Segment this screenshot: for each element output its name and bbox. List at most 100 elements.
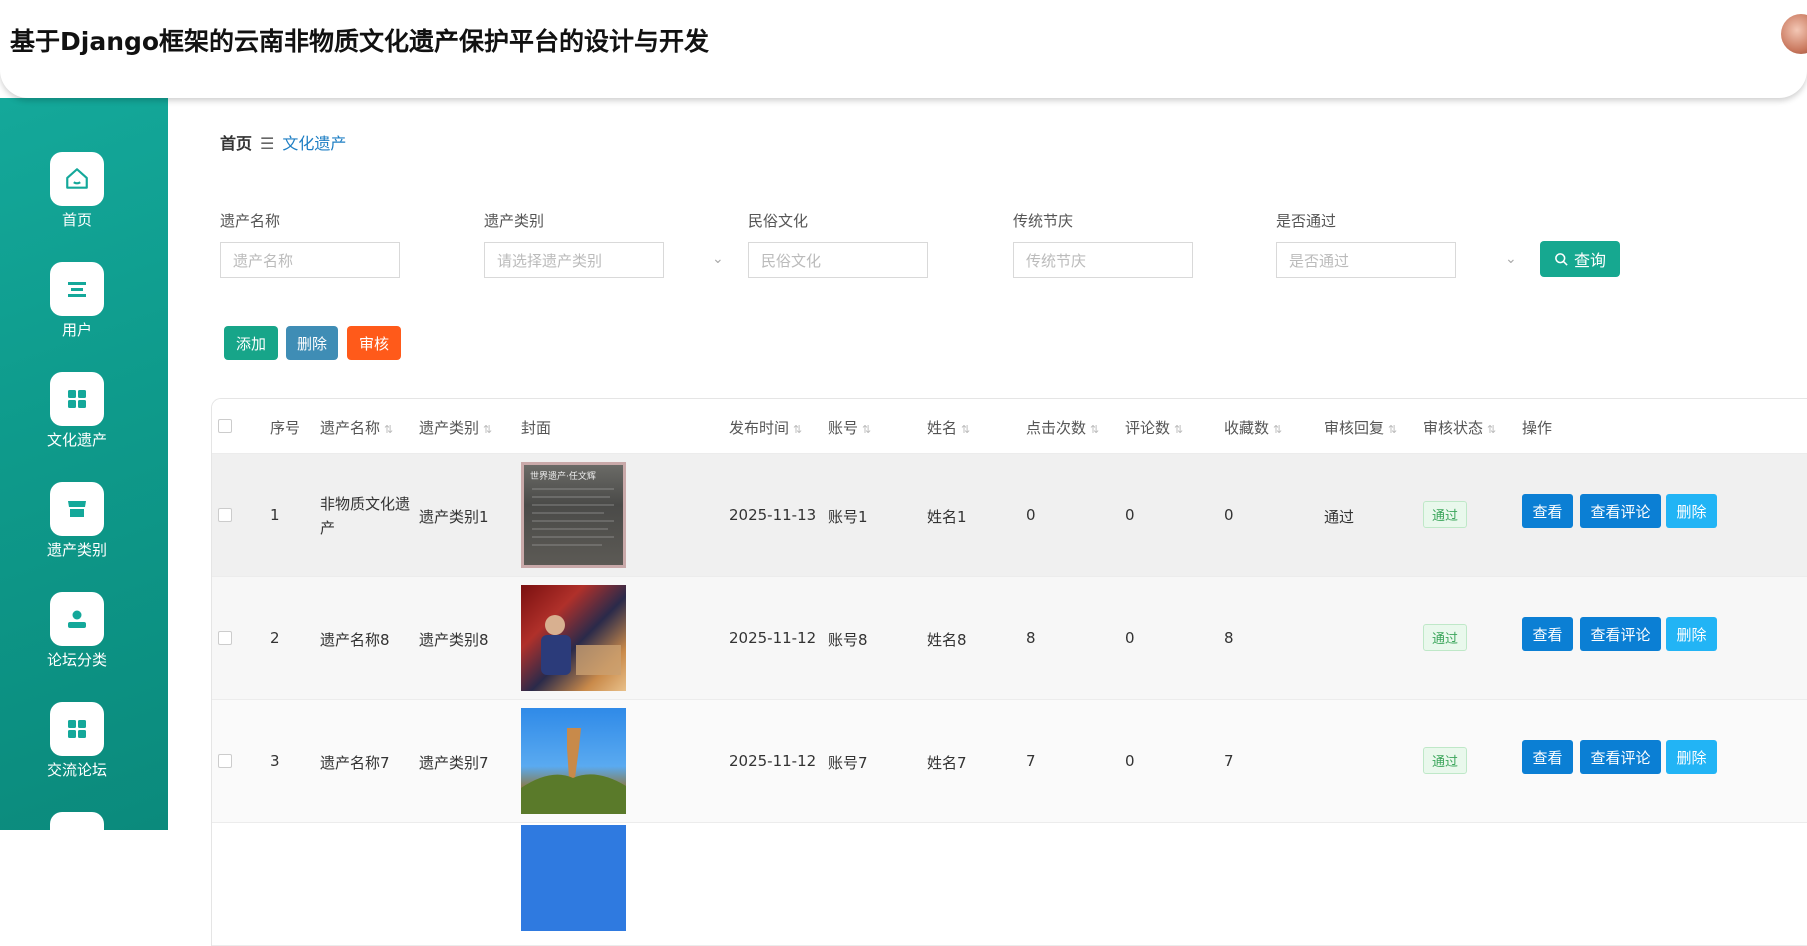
table-header: 序号 遗产名称 ⇅ 遗产类别 ⇅ 封面 发布时间 ⇅ 账号 ⇅ 姓名 ⇅ 点击次数 ⇅ 评论…	[212, 399, 1807, 454]
col-comments[interactable]: 评论数 ⇅	[1125, 417, 1183, 438]
sort-icon[interactable]: ⇅	[862, 423, 871, 436]
sort-icon[interactable]: ⇅	[384, 423, 393, 436]
review-button[interactable]: 审核	[347, 326, 401, 360]
status-badge: 通过	[1423, 501, 1468, 528]
sort-icon[interactable]: ⇅	[961, 423, 970, 436]
row-account: 账号7	[828, 754, 868, 772]
col-time-label: 发布时间	[729, 419, 790, 437]
row-index: 3	[270, 752, 280, 770]
row-type: 遗产类别1	[419, 508, 489, 526]
row-clicks: 0	[1026, 506, 1036, 524]
bulk-delete-button[interactable]: 删除	[286, 326, 338, 360]
col-person-label: 姓名	[927, 419, 958, 437]
chevron-down-icon[interactable]: ⌄	[1505, 251, 1517, 267]
row-index: 1	[270, 506, 280, 524]
sort-icon[interactable]: ⇅	[1090, 423, 1099, 436]
col-name-label: 遗产名称	[320, 419, 381, 437]
sort-icon[interactable]: ⇅	[1273, 423, 1282, 436]
table-row: 2 遗产名称8 遗产类别8 2025-11-12 账号8 姓名8 8 0 8 通…	[212, 577, 1807, 700]
cover-image[interactable]: 世界遗产·任文辉	[521, 462, 626, 568]
col-clicks[interactable]: 点击次数 ⇅	[1026, 417, 1099, 438]
view-comments-button[interactable]: 查看评论	[1580, 494, 1661, 528]
col-person[interactable]: 姓名 ⇅	[927, 417, 970, 438]
row-clicks: 8	[1026, 629, 1036, 647]
breadcrumb-separator-icon: ☰	[260, 134, 275, 153]
col-account-label: 账号	[828, 419, 859, 437]
approved-select[interactable]: 是否通过	[1276, 242, 1456, 278]
row-checkbox[interactable]	[218, 754, 232, 768]
sort-icon[interactable]: ⇅	[1174, 423, 1183, 436]
row-reply: 通过	[1324, 508, 1355, 526]
delete-button[interactable]: 删除	[1666, 617, 1717, 651]
col-index: 序号	[270, 419, 301, 437]
breadcrumb-current: 文化遗产	[282, 134, 347, 153]
app-title: 基于Django框架的云南非物质文化遗产保护平台的设计与开发	[10, 27, 710, 56]
sidebar-item-label: 遗产类别	[46, 541, 107, 559]
row-type: 遗产类别7	[419, 754, 489, 772]
row-comments: 0	[1125, 629, 1135, 647]
sort-icon[interactable]: ⇅	[483, 423, 492, 436]
sort-icon[interactable]: ⇅	[1487, 423, 1496, 436]
breadcrumb-home[interactable]: 首页	[220, 134, 252, 153]
add-button[interactable]: 添加	[224, 326, 278, 360]
festival-input[interactable]: 传统节庆	[1013, 242, 1193, 278]
sidebar-item-heritage-category[interactable]: 遗产类别	[47, 482, 107, 560]
view-comments-button[interactable]: 查看评论	[1580, 617, 1661, 651]
col-favorites[interactable]: 收藏数 ⇅	[1224, 417, 1282, 438]
sidebar-item-label: 首页	[61, 211, 92, 229]
row-checkbox[interactable]	[218, 508, 232, 522]
col-status[interactable]: 审核状态 ⇅	[1423, 417, 1496, 438]
col-name[interactable]: 遗产名称 ⇅	[320, 417, 393, 438]
sidebar-item-more[interactable]	[47, 812, 107, 830]
sidebar-item-heritage[interactable]: 文化遗产	[47, 372, 107, 450]
row-time: 2025-11-12	[729, 629, 817, 647]
delete-button[interactable]: 删除	[1666, 494, 1717, 528]
row-type: 遗产类别8	[419, 631, 489, 649]
row-comments: 0	[1125, 506, 1135, 524]
col-type[interactable]: 遗产类别 ⇅	[419, 417, 492, 438]
row-favorites: 7	[1224, 752, 1234, 770]
sidebar-item-home[interactable]: 首页	[47, 152, 107, 230]
heritage-type-select[interactable]: 请选择遗产类别	[484, 242, 664, 278]
view-button[interactable]: 查看	[1522, 617, 1573, 651]
cover-image[interactable]	[521, 708, 626, 814]
row-favorites: 8	[1224, 629, 1234, 647]
search-button-label: 查询	[1573, 251, 1606, 270]
row-name: 遗产名称7	[320, 754, 390, 772]
search-button[interactable]: 查询	[1540, 241, 1620, 277]
sort-icon[interactable]: ⇅	[1388, 423, 1397, 436]
heritage-type-label: 遗产类别	[484, 212, 545, 230]
cover-image[interactable]	[521, 825, 626, 931]
row-name: 非物质文化遗产	[320, 492, 410, 540]
avatar[interactable]	[1781, 14, 1807, 54]
col-time[interactable]: 发布时间 ⇅	[729, 417, 802, 438]
heritage-name-label: 遗产名称	[220, 212, 281, 230]
sort-icon[interactable]: ⇅	[793, 423, 802, 436]
sidebar-item-forum-category[interactable]: 论坛分类	[47, 592, 107, 670]
sidebar-item-label: 用户	[61, 321, 92, 339]
view-comments-button[interactable]: 查看评论	[1580, 740, 1661, 774]
status-badge: 通过	[1423, 747, 1468, 774]
col-account[interactable]: 账号 ⇅	[828, 417, 871, 438]
cover-image[interactable]	[521, 585, 626, 691]
search-icon	[1555, 252, 1568, 266]
folk-culture-input[interactable]: 民俗文化	[748, 242, 928, 278]
delete-button[interactable]: 删除	[1666, 740, 1717, 774]
col-reply[interactable]: 审核回复 ⇅	[1324, 417, 1397, 438]
row-name: 遗产名称8	[320, 631, 390, 649]
view-button[interactable]: 查看	[1522, 740, 1573, 774]
sidebar-item-forum[interactable]: 交流论坛	[47, 702, 107, 780]
table-row: 3 遗产名称7 遗产类别7 2025-11-12 账号7 姓名7 7 0 7 通…	[212, 700, 1807, 823]
row-checkbox[interactable]	[218, 631, 232, 645]
chevron-down-icon[interactable]: ⌄	[712, 251, 724, 267]
sidebar-item-users[interactable]: 用户	[47, 262, 107, 340]
view-button[interactable]: 查看	[1522, 494, 1573, 528]
person-icon	[50, 592, 104, 646]
main-content: 首页 ☰ 文化遗产 遗产名称 遗产名称 遗产类别 请选择遗产类别 ⌄ 民俗文化 民俗…	[168, 98, 1807, 946]
select-all-checkbox[interactable]	[218, 419, 232, 433]
col-type-label: 遗产类别	[419, 419, 480, 437]
shop-icon	[50, 482, 104, 536]
row-person: 姓名1	[927, 508, 967, 526]
heritage-name-input[interactable]: 遗产名称	[220, 242, 400, 278]
sidebar-item-label: 文化遗产	[46, 431, 107, 449]
